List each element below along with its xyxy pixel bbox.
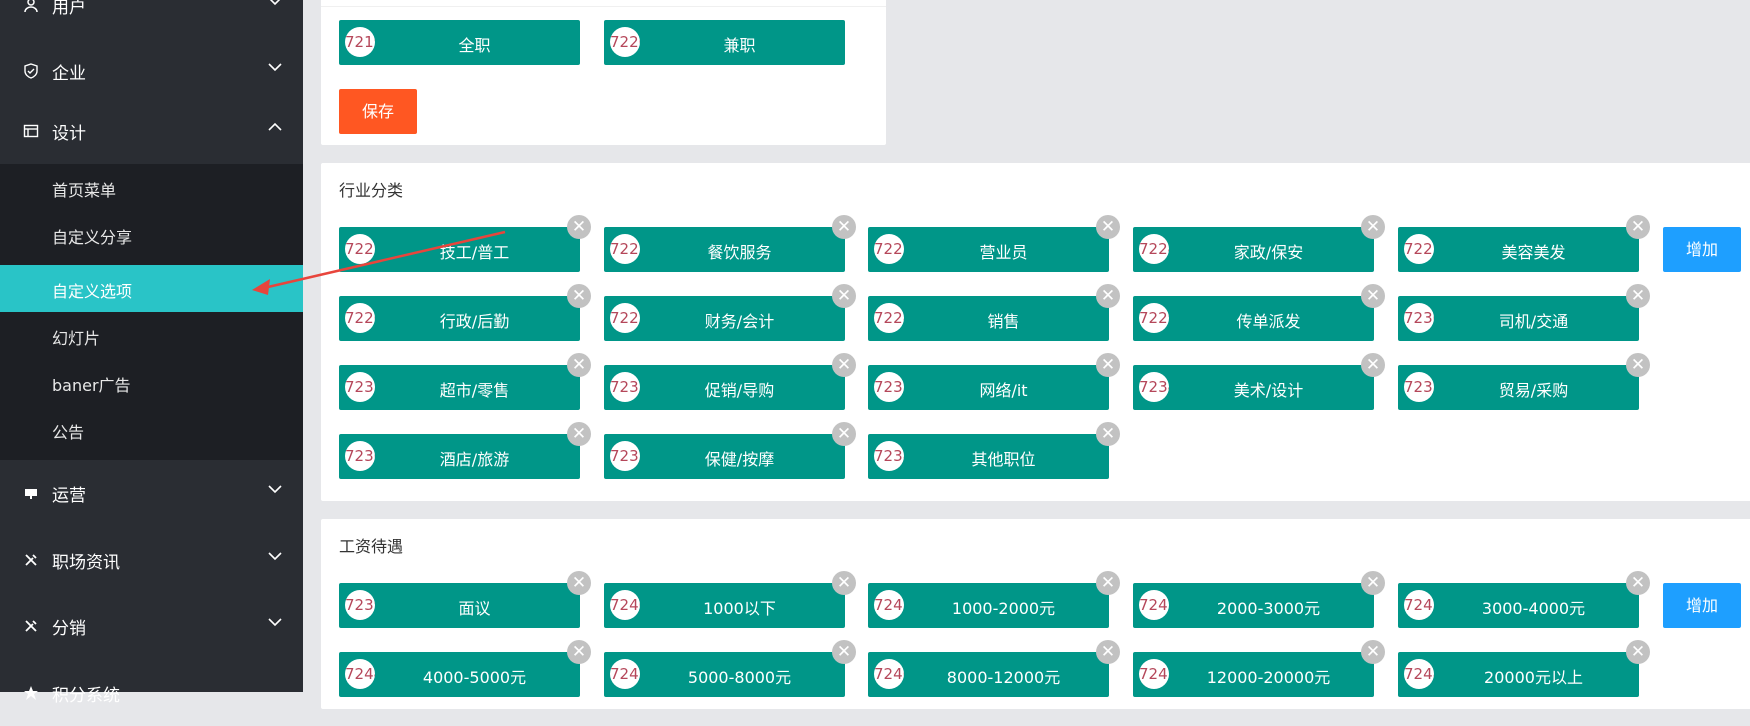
annotation-arrow bbox=[252, 230, 506, 295]
